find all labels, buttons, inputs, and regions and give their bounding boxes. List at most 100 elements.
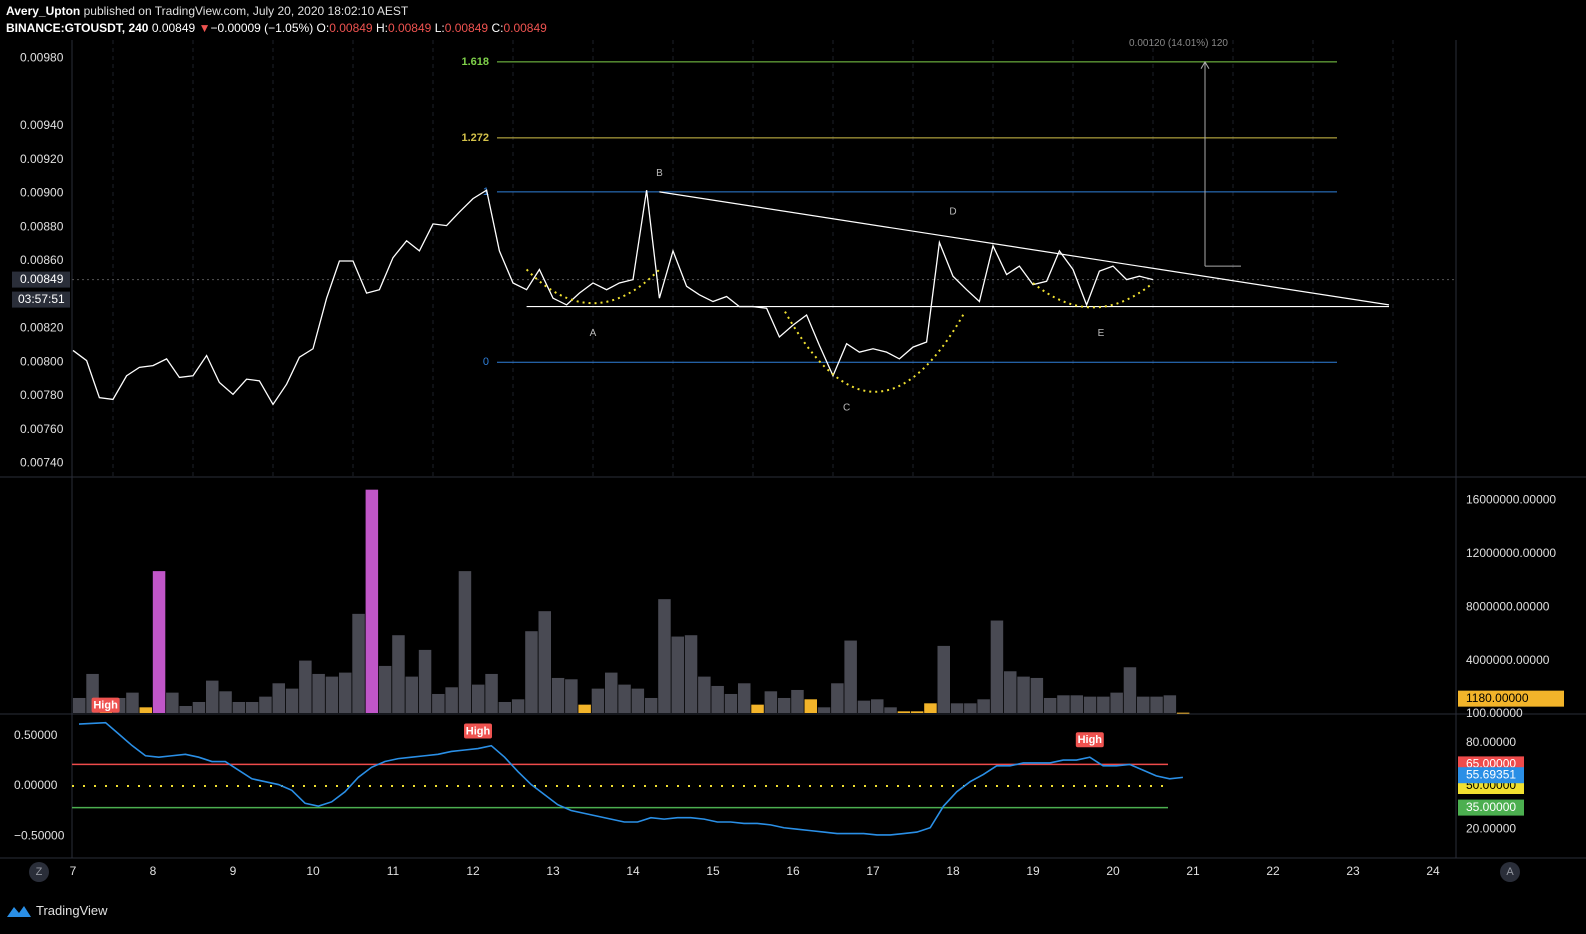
volume-bar bbox=[152, 571, 166, 713]
x-axis-tick-label: 15 bbox=[706, 864, 720, 878]
volume-bar bbox=[525, 631, 538, 713]
x-axis-tick-label: 17 bbox=[866, 864, 880, 878]
x-axis-tick-label: 12 bbox=[466, 864, 480, 878]
arc-c bbox=[784, 311, 966, 393]
osc-right-tick-label: 80.00000 bbox=[1466, 735, 1516, 749]
volume-bar bbox=[605, 672, 618, 713]
x-axis-tick-label: 18 bbox=[946, 864, 960, 878]
volume-bar bbox=[871, 699, 884, 713]
volume-bar bbox=[658, 599, 671, 713]
volume-bar bbox=[472, 684, 485, 713]
price-tick-label: 0.00940 bbox=[20, 118, 64, 132]
volume-bar bbox=[844, 640, 857, 713]
volume-bar bbox=[764, 691, 778, 713]
x-axis-tick-label: 8 bbox=[150, 864, 157, 878]
price-tick-label: 0.00780 bbox=[20, 388, 64, 402]
volume-bar bbox=[1017, 676, 1030, 713]
x-axis-tick-label: 11 bbox=[387, 864, 400, 878]
x-axis-tick-label: 24 bbox=[1426, 864, 1440, 878]
volume-bar bbox=[245, 701, 259, 713]
x-axis-tick-label: 20 bbox=[1106, 864, 1120, 878]
x-axis-tick-label: 10 bbox=[306, 864, 320, 878]
volume-bar bbox=[1176, 712, 1190, 714]
volume-bar bbox=[565, 679, 578, 713]
price-tick-label: 0.00820 bbox=[20, 321, 64, 335]
volume-bar bbox=[950, 703, 964, 713]
volume-bar bbox=[884, 707, 897, 713]
volume-bar bbox=[272, 683, 285, 713]
volume-bar bbox=[418, 649, 432, 713]
volume-bar bbox=[126, 692, 139, 713]
volume-tick-label: 12000000.00000 bbox=[1466, 546, 1556, 560]
last-volume-label: 1180.00000 bbox=[1466, 691, 1529, 705]
volume-bar bbox=[897, 711, 911, 713]
volume-bar bbox=[1070, 695, 1083, 713]
volume-bar bbox=[352, 613, 365, 713]
volume-bar bbox=[139, 707, 152, 713]
x-axis-tick-label: 23 bbox=[1346, 864, 1360, 878]
countdown-label: 03:57:51 bbox=[18, 292, 65, 306]
volume-bar bbox=[631, 688, 645, 713]
volume-bar bbox=[339, 672, 352, 713]
scale-toggle-button[interactable]: Z bbox=[29, 862, 49, 882]
pattern-point-label: D bbox=[949, 207, 956, 218]
measure-label: 0.00120 (14.01%) 120 bbox=[1129, 38, 1228, 49]
high-signal-label: High bbox=[1078, 734, 1103, 746]
fib-level-label: 1.618 bbox=[461, 56, 489, 68]
volume-bar bbox=[910, 711, 924, 713]
volume-bar bbox=[166, 692, 179, 713]
volume-bar bbox=[551, 677, 565, 713]
volume-bar bbox=[671, 636, 684, 713]
volume-bar bbox=[990, 620, 1004, 713]
volume-bar bbox=[299, 660, 312, 713]
oscillator-line bbox=[78, 721, 1183, 836]
volume-bar bbox=[445, 687, 458, 713]
volume-bar bbox=[777, 697, 791, 713]
volume-bar bbox=[618, 684, 631, 713]
volume-bar bbox=[365, 489, 379, 713]
volume-bar bbox=[1097, 696, 1110, 713]
current-price-label: 0.00849 bbox=[20, 272, 64, 286]
volume-bar bbox=[378, 665, 392, 713]
footer-brand: TradingView bbox=[6, 903, 108, 918]
volume-bar bbox=[179, 705, 192, 713]
volume-bar bbox=[325, 676, 339, 713]
price-tick-label: 0.00740 bbox=[20, 456, 64, 470]
volume-bar bbox=[73, 697, 86, 713]
volume-bar bbox=[937, 645, 950, 713]
volume-bar bbox=[924, 703, 937, 713]
tradingview-logo-icon bbox=[7, 905, 31, 917]
chart-canvas[interactable]: 0.00980 0.00940 0.00920 0.00900 0.00880 0.008… bbox=[0, 0, 1586, 934]
volume-bar bbox=[498, 701, 512, 713]
volume-bar bbox=[1043, 697, 1057, 713]
price-tick-label: 0.00860 bbox=[20, 253, 64, 267]
volume-bar bbox=[432, 693, 445, 713]
x-axis-tick-label: 9 bbox=[230, 864, 237, 878]
price-series-line bbox=[72, 189, 1154, 406]
volume-bar bbox=[1083, 696, 1097, 713]
volume-bar bbox=[1004, 671, 1017, 713]
auto-scale-button[interactable]: A bbox=[1500, 862, 1520, 882]
volume-bar bbox=[591, 688, 605, 713]
volume-tick-label: 4000000.00000 bbox=[1466, 653, 1550, 667]
volume-bar bbox=[751, 704, 764, 713]
volume-bar bbox=[538, 611, 551, 713]
volume-bar bbox=[1150, 696, 1163, 713]
volume-bar bbox=[791, 689, 804, 713]
volume-bar bbox=[219, 691, 232, 713]
volume-bar bbox=[206, 680, 219, 713]
volume-bar bbox=[578, 704, 591, 713]
osc-left-tick-label: 0.50000 bbox=[14, 728, 58, 742]
price-tick-label: 0.00760 bbox=[20, 422, 64, 436]
x-axis-tick-label: 7 bbox=[70, 864, 77, 878]
volume-bar bbox=[511, 699, 525, 713]
x-axis-tick-label: 19 bbox=[1026, 864, 1040, 878]
x-axis-tick-label: 16 bbox=[786, 864, 800, 878]
fib-level-label: 1.272 bbox=[461, 132, 489, 144]
volume-bar bbox=[285, 688, 299, 713]
pattern-point-label: E bbox=[1098, 328, 1105, 339]
osc-right-tick-label: 20.00000 bbox=[1466, 821, 1516, 835]
volume-bar bbox=[977, 699, 990, 713]
volume-bar bbox=[964, 703, 977, 713]
pattern-point-label: C bbox=[843, 402, 850, 413]
